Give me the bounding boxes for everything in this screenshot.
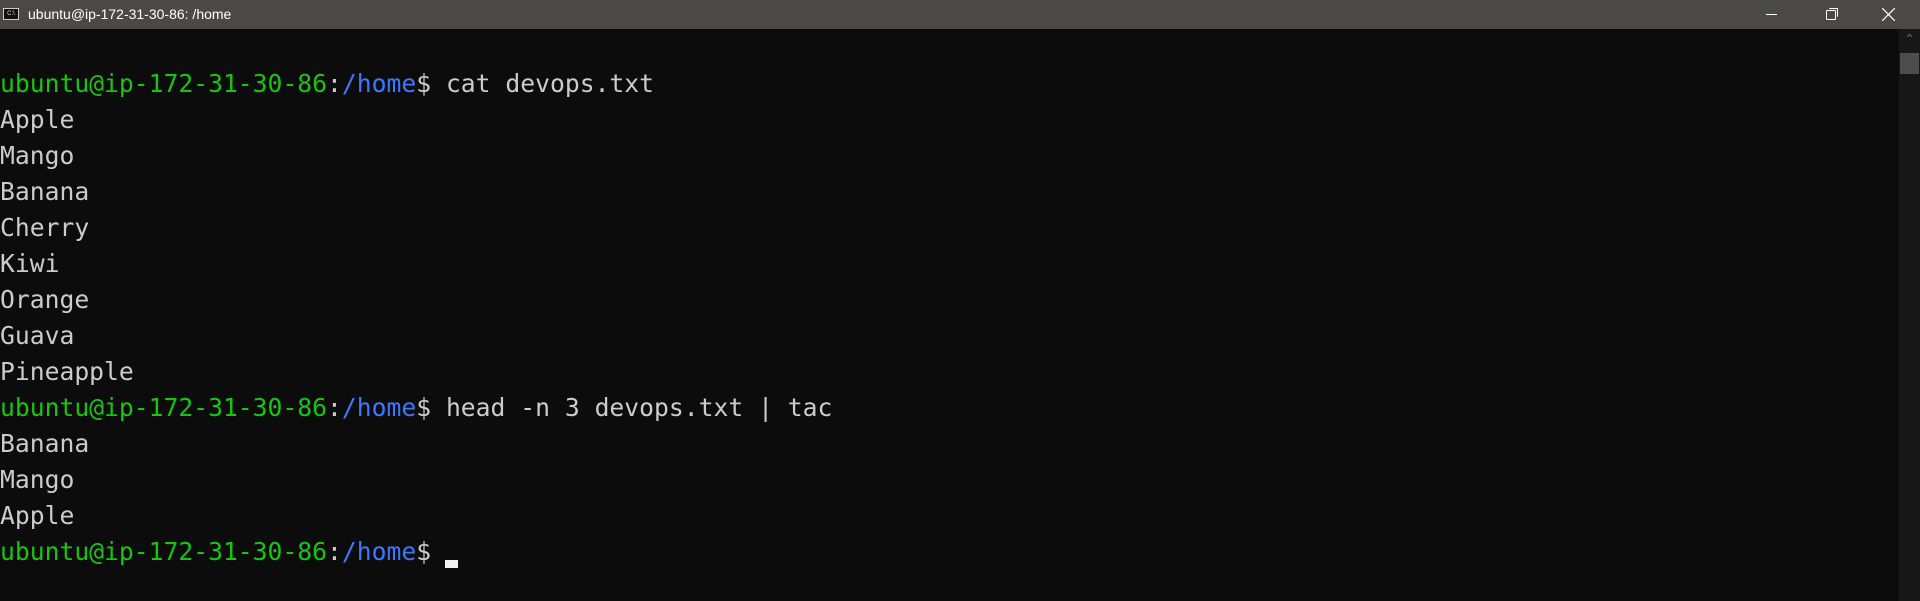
prompt-symbol: $ [416, 69, 446, 98]
title-bar[interactable]: C:\ ubuntu@ip-172-31-30-86: /home [0, 0, 1920, 29]
prompt-colon: : [327, 393, 342, 422]
text-cursor [445, 560, 458, 568]
output-line: Mango [0, 141, 75, 170]
output-line: Apple [0, 501, 75, 530]
terminal-icon: C:\ [3, 8, 19, 20]
prompt-user-host: ubuntu@ip-172-31-30-86 [0, 393, 327, 422]
prompt-symbol: $ [416, 393, 446, 422]
output-line: Cherry [0, 213, 90, 242]
prompt-user-host: ubuntu@ip-172-31-30-86 [0, 537, 327, 566]
output-line: Apple [0, 105, 75, 134]
prompt-colon: : [327, 537, 342, 566]
output-line: Mango [0, 465, 75, 494]
close-icon [1882, 8, 1895, 21]
output-line: Guava [0, 321, 75, 350]
terminal-output[interactable]: ubuntu@ip-172-31-30-86:/home$ cat devops… [0, 66, 832, 570]
output-line: Banana [0, 429, 90, 458]
restore-button[interactable] [1807, 0, 1853, 29]
command-text: cat devops.txt [445, 69, 655, 98]
output-line: Banana [0, 177, 90, 206]
prompt-colon: : [327, 69, 342, 98]
prompt-line: ubuntu@ip-172-31-30-86:/home$ cat devops… [0, 66, 832, 102]
prompt-path: /home [341, 393, 417, 422]
prompt-symbol: $ [416, 537, 446, 566]
prompt-user-host: ubuntu@ip-172-31-30-86 [0, 69, 327, 98]
minimize-button[interactable] [1748, 0, 1794, 29]
prompt-line: ubuntu@ip-172-31-30-86:/home$ head -n 3 … [0, 390, 832, 426]
scrollbar[interactable]: ^ [1899, 29, 1920, 601]
output-line: Pineapple [0, 357, 134, 386]
output-line: Kiwi [0, 249, 60, 278]
window-title: ubuntu@ip-172-31-30-86: /home [28, 6, 232, 22]
prompt-path: /home [341, 537, 417, 566]
scroll-up-icon[interactable]: ^ [1904, 33, 1915, 44]
prompt-line-active[interactable]: ubuntu@ip-172-31-30-86:/home$ [0, 534, 832, 570]
output-line: Orange [0, 285, 90, 314]
command-text: head -n 3 devops.txt | tac [445, 393, 833, 422]
scrollbar-thumb[interactable] [1900, 53, 1919, 74]
close-button[interactable] [1866, 0, 1912, 29]
prompt-path: /home [341, 69, 417, 98]
